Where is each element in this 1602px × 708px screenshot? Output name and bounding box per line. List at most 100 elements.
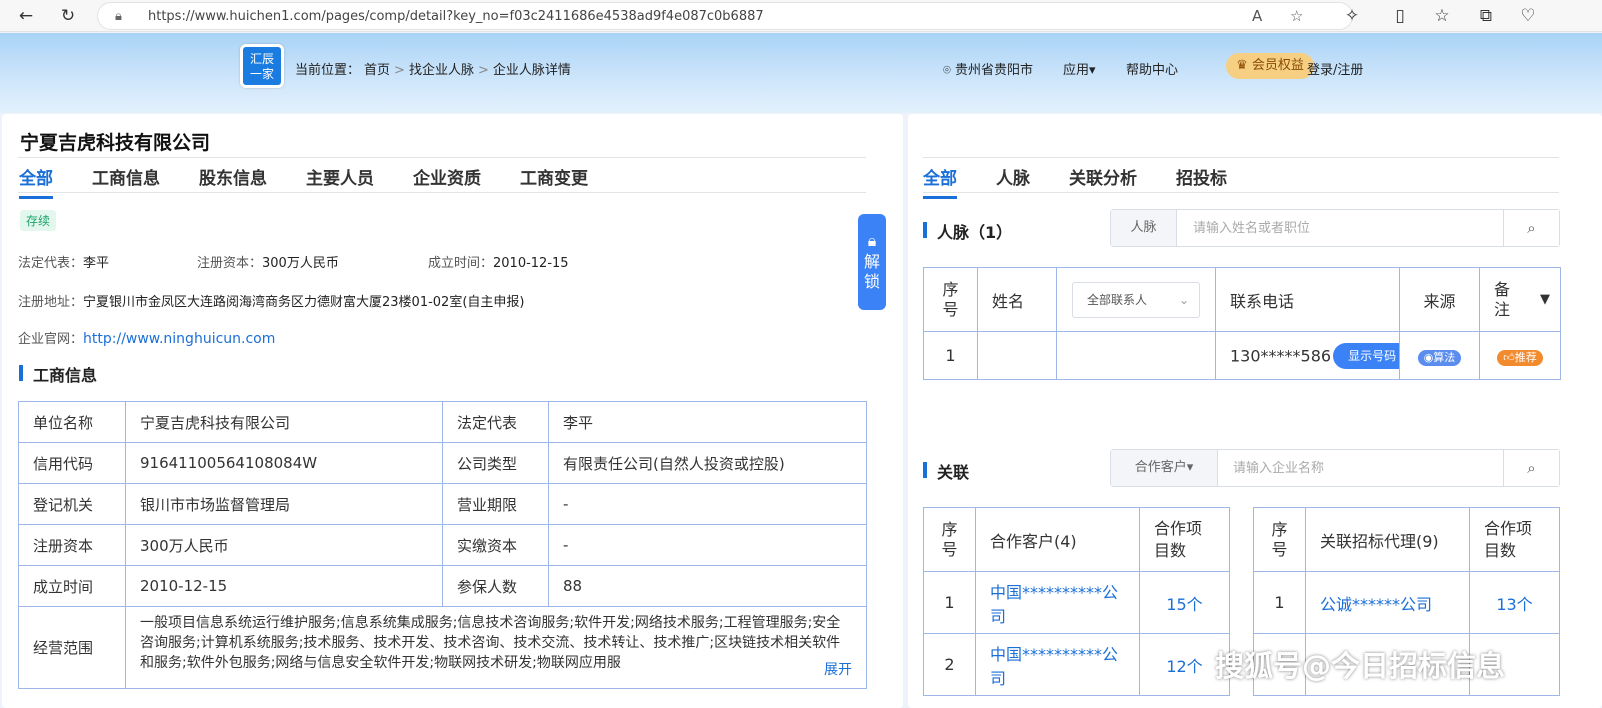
company-name: 宁夏吉虎科技有限公司 (20, 132, 211, 154)
extensions-icon[interactable]: ✧ (1340, 4, 1364, 28)
thumbs-up-icon: 👍︎ (1503, 350, 1515, 364)
legal-rep-label: 法定代表： (18, 256, 84, 271)
browser-toolbar: ← ↻ 🔒︎ https://www.huichen1.com/pages/co… (0, 0, 1602, 32)
table-row: 注册资本 300万人民币 实缴资本 - (18, 524, 867, 566)
table-header-row: 序号 合作客户(4) 合作项目数 (923, 507, 1230, 572)
related-filter-label: 合作客户 (1134, 460, 1187, 475)
header-projects: 合作项目数 (1469, 507, 1560, 572)
ai-icon: ◉ (1423, 350, 1434, 364)
field-value: 李平 (548, 401, 867, 443)
row-source-cell: ◉算法 (1399, 331, 1480, 380)
customer-link[interactable]: 中国**********公司 (975, 633, 1140, 696)
header-projects: 合作项目数 (1139, 507, 1230, 572)
field-label: 登记机关 (18, 483, 126, 525)
project-count-link[interactable]: 15个 (1139, 571, 1230, 634)
location-selector[interactable]: ⌾ 贵州省贵阳市 (943, 59, 1033, 78)
scope-text: 一般项目信息系统运行维护服务;信息系统集成服务;信息技术咨询服务;软件开发;网络… (140, 615, 841, 671)
contacts-panel: 全部 人脉 关联分析 招投标 人脉（1） 人脉 ⌕ 序号 姓名 全部联系人⌄ 联… (908, 114, 1602, 708)
unlock-button[interactable]: 🔒︎ 解锁 (858, 214, 886, 310)
show-number-button[interactable]: 显示号码 (1333, 342, 1399, 369)
breadcrumb-sep: > (394, 63, 405, 78)
section-title-business-info: 工商信息 (19, 362, 97, 386)
breadcrumb-sep: > (477, 63, 489, 78)
breadcrumb-find-contacts[interactable]: 找企业人脉 (409, 63, 474, 78)
header-customer: 合作客户(4) (975, 507, 1140, 572)
table-row: 1 公诚******公司 13个 (1253, 571, 1560, 634)
project-count-link[interactable]: 13个 (1469, 571, 1560, 634)
company-search-input[interactable] (1233, 450, 1493, 486)
row-index: 1 (1253, 571, 1306, 634)
field-label: 注册资本 (18, 524, 126, 566)
header-index: 序号 (1253, 507, 1306, 572)
expand-link[interactable]: 展开 (820, 660, 852, 680)
contacts-title: 人脉（1） (923, 219, 1012, 243)
capital-info: 注册资本：300万人民币 (197, 252, 339, 271)
vip-benefits-button[interactable]: ♛ 会员权益 (1226, 53, 1314, 79)
caret-down-icon: ▾ (1089, 63, 1096, 78)
contacts-search-input[interactable] (1193, 210, 1493, 246)
row-phone: 130*****586 (1230, 346, 1332, 365)
refresh-icon[interactable]: ↻ (56, 4, 80, 28)
field-value: 300万人民币 (125, 524, 443, 566)
favorite-star-icon[interactable]: ☆ (1290, 7, 1303, 25)
address-value: 宁夏银川市金凤区大连路阅海湾商务区力德财富大厦23楼01-02室(自主申报) (83, 295, 525, 310)
url-text[interactable]: https://www.huichen1.com/pages/comp/deta… (148, 9, 764, 24)
site-header: 汇辰 一家 当前位置： 首页 > 找企业人脉 > 企业人脉详情 ⌾ 贵州省贵阳市 应用▾ … (0, 33, 1602, 113)
customers-table: 序号 合作客户(4) 合作项目数 1 中国**********公司 15个 2 … (923, 507, 1230, 696)
row-note-cell: 👍︎推荐 (1479, 331, 1561, 380)
header-filter-cell: 全部联系人 ⌄ (1056, 267, 1216, 332)
breadcrumb-home[interactable]: 首页 (364, 63, 390, 78)
table-row: 1 130*****586 显示号码 ◉算法 👍︎推荐 (923, 331, 1561, 380)
search-icon[interactable]: ⌕ (1503, 210, 1559, 246)
crown-icon: ♛ (1236, 58, 1248, 73)
collections-icon[interactable]: ⧉ (1474, 4, 1498, 28)
website-info: 企业官网：http://www.ninghuicun.com (18, 328, 275, 347)
login-register-link[interactable]: 登录/注册 (1307, 59, 1363, 78)
recommend-tag: 👍︎推荐 (1497, 349, 1543, 366)
unlock-label: 解锁 (864, 252, 881, 291)
divider (923, 192, 1559, 193)
customer-link[interactable]: 中国**********公司 (975, 571, 1140, 634)
address-info: 注册地址：宁夏银川市金凤区大连路阅海湾商务区力德财富大厦23楼01-02室(自主… (18, 291, 524, 310)
location-label: 贵州省贵阳市 (954, 63, 1033, 78)
site-logo[interactable]: 汇辰 一家 (240, 44, 284, 88)
search-icon[interactable]: ⌕ (1503, 450, 1559, 486)
legal-rep-info: 法定代表：李平 (18, 252, 109, 271)
field-label: 公司类型 (442, 442, 549, 484)
contacts-search: 人脉 ⌕ (1110, 209, 1560, 247)
divider (18, 192, 866, 193)
header-index: 序号 (923, 267, 978, 332)
back-icon[interactable]: ← (14, 4, 38, 28)
location-pin-icon: ⌾ (943, 63, 951, 78)
logo-line1: 汇辰 (249, 52, 274, 66)
performance-icon[interactable]: ♡ (1516, 4, 1540, 28)
apps-menu[interactable]: 应用▾ (1063, 59, 1096, 78)
header-phone: 联系电话 (1215, 267, 1400, 332)
table-row: 成立时间 2010-12-15 参保人数 88 (18, 565, 867, 607)
breadcrumb-label: 当前位置： (295, 63, 361, 78)
header-note-text: 备注 (1494, 279, 1511, 319)
related-filter-select[interactable]: 合作客户▾ (1111, 450, 1218, 486)
contact-filter-select[interactable]: 全部联系人 ⌄ (1072, 281, 1200, 318)
founded-label: 成立时间： (428, 256, 494, 271)
field-value: - (548, 524, 867, 566)
help-center-link[interactable]: 帮助中心 (1126, 59, 1178, 78)
header-source: 来源 (1399, 267, 1480, 332)
capital-value: 300万人民币 (262, 256, 339, 271)
favorites-icon[interactable]: ☆ (1430, 4, 1454, 28)
read-aloud-icon[interactable]: A (1252, 7, 1262, 25)
table-row: 经营范围 一般项目信息系统运行维护服务;信息系统集成服务;信息技术咨询服务;软件… (18, 606, 867, 689)
field-value: 宁夏吉虎科技有限公司 (125, 401, 443, 443)
watermark: 搜狐号@今日招标信息 (1215, 649, 1506, 683)
address-bar[interactable]: 🔒︎ https://www.huichen1.com/pages/comp/d… (97, 2, 1353, 30)
website-link[interactable]: http://www.ninghuicun.com (83, 331, 275, 347)
field-value: 91641100564108084W (125, 442, 443, 484)
field-label: 营业期限 (442, 483, 549, 525)
header-note: 备注 ▼ (1479, 267, 1561, 332)
table-row: 信用代码 91641100564108084W 公司类型 有限责任公司(自然人投资或控… (18, 442, 867, 484)
apps-label: 应用 (1063, 63, 1090, 78)
header-index: 序号 (923, 507, 976, 572)
split-screen-icon[interactable]: ▯ (1388, 4, 1412, 28)
sort-down-icon[interactable]: ▼ (1540, 290, 1550, 310)
agent-link[interactable]: 公诚******公司 (1305, 571, 1470, 634)
